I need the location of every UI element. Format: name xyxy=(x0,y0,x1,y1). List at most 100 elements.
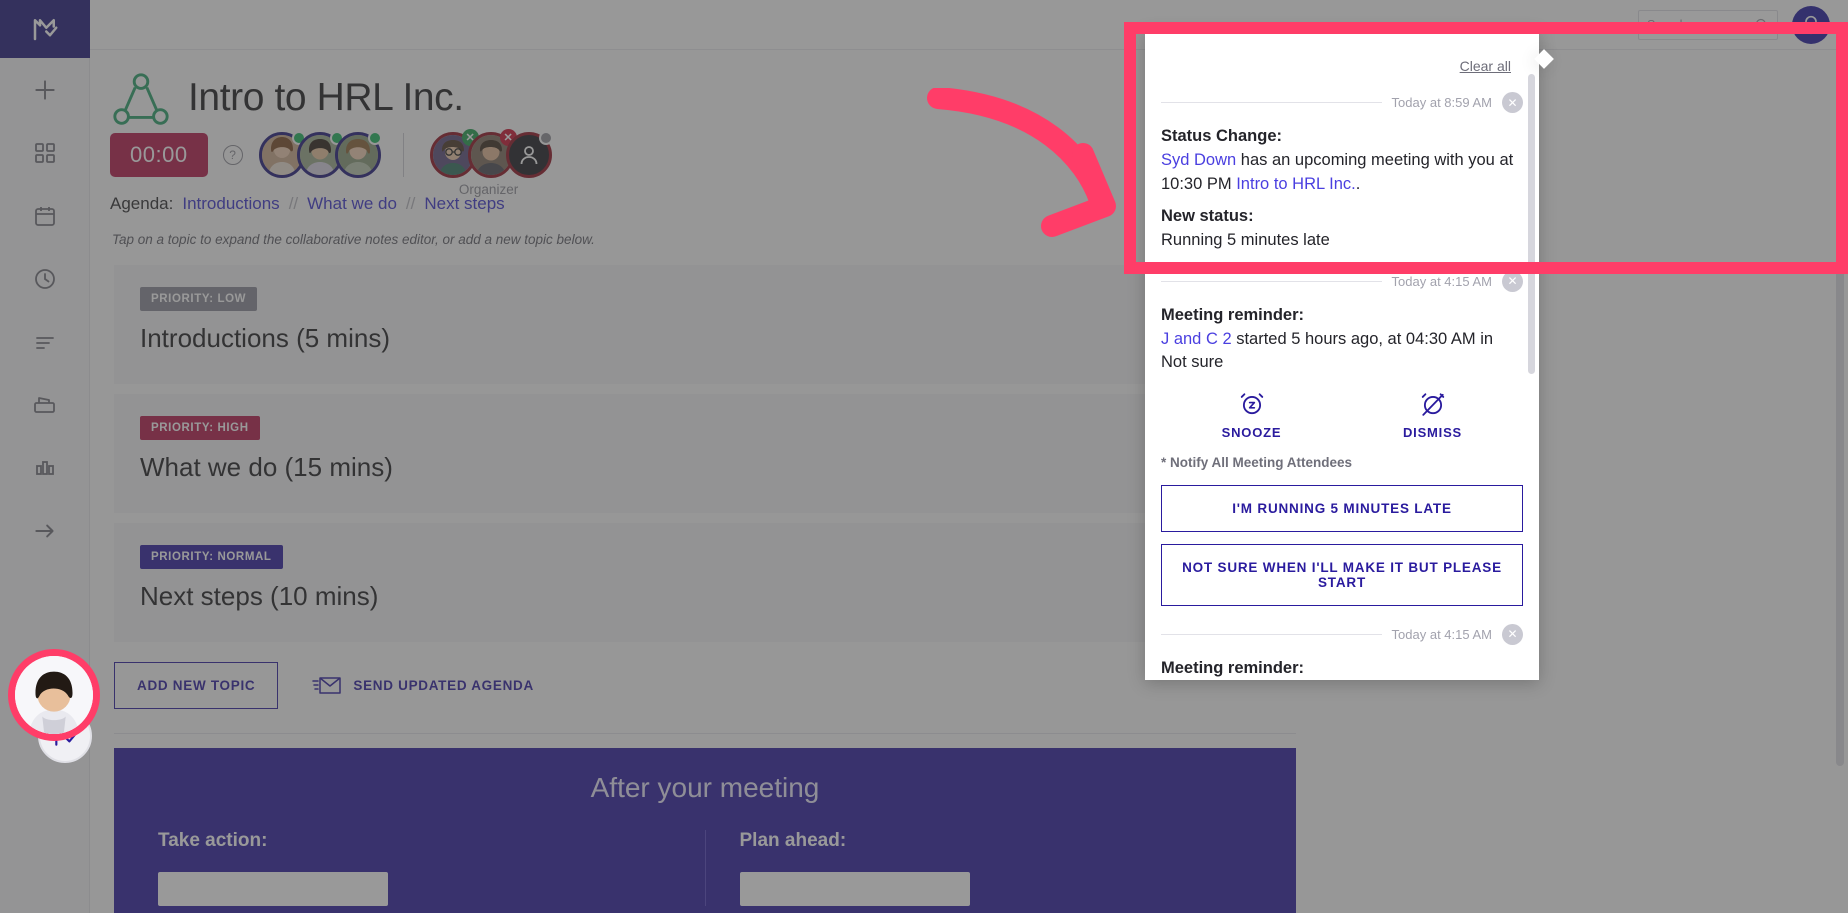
topic-title: Next steps (10 mins) xyxy=(140,581,379,611)
search-placeholder: Search xyxy=(1647,17,1687,32)
rail-item-archive[interactable] xyxy=(0,373,90,436)
agenda-link-1[interactable]: What we do xyxy=(307,194,397,214)
topic-title: What we do (15 mins) xyxy=(140,452,393,482)
rail-item-tasks[interactable] xyxy=(0,310,90,373)
alarm-snooze-icon xyxy=(1240,393,1263,415)
dismiss-label: DISMISS xyxy=(1402,425,1463,441)
agenda-label: Agenda: xyxy=(110,194,174,213)
after-meeting-take-action-column: Take action: xyxy=(124,830,705,906)
rail-item-expand[interactable] xyxy=(0,499,90,562)
agenda-link-0[interactable]: Introductions xyxy=(182,194,279,214)
meeting-page: Intro to HRL Inc. 00:00 ? ✕ ✕ Organizer … xyxy=(90,50,1320,913)
notification-heading: Meeting reminder: xyxy=(1161,658,1305,677)
topic-card-next-steps[interactable]: PRIORITY: NORMAL Next steps (10 mins) + xyxy=(114,523,1296,642)
notification-text-block: Meeting reminder: J and C 2 started 5 ho… xyxy=(1161,304,1523,376)
snooze-label: SNOOZE xyxy=(1221,425,1282,441)
rail-item-reports[interactable] xyxy=(0,436,90,499)
take-action-heading: Take action: xyxy=(158,830,268,851)
page-title: Intro to HRL Inc. xyxy=(188,76,464,119)
search-input[interactable]: Search xyxy=(1638,9,1778,40)
notification-actor-link[interactable]: J and C 2 xyxy=(1161,330,1232,348)
priority-badge: PRIORITY: LOW xyxy=(140,287,258,311)
notification-secondary-heading: New status: xyxy=(1161,206,1254,225)
notification-divider: Today at 8:59 AM ✕ xyxy=(1161,92,1523,113)
avatar-accepted-3[interactable] xyxy=(334,131,382,178)
rail-item-dashboard[interactable] xyxy=(0,121,90,184)
dismiss-button[interactable]: DISMISS xyxy=(1373,391,1493,443)
alarm-off-icon xyxy=(1421,393,1444,417)
rail-item-add[interactable] xyxy=(0,58,90,121)
status-dot-online xyxy=(367,131,382,145)
close-circle-icon[interactable]: ✕ xyxy=(1502,92,1523,113)
topic-actions: ADD NEW TOPIC SEND UPDATED AGENDA xyxy=(114,662,1296,709)
notification-text-block: Status Change: Syd Down has an upcoming … xyxy=(1161,125,1523,197)
organizer-group: ✕ ✕ Organizer xyxy=(426,129,553,197)
agenda-breadcrumb: Agenda: Introductions // What we do // N… xyxy=(102,178,1308,214)
divider-line xyxy=(1161,280,1382,282)
attendee-avatars xyxy=(255,131,382,178)
divider-line xyxy=(1161,633,1382,635)
screenshot-root: Search Intro to HRL Inc. 00:00 ? ✕ ✕ Org… xyxy=(0,0,1848,913)
priority-badge: PRIORITY: HIGH xyxy=(140,416,260,440)
organizer-label: Organizer xyxy=(458,182,519,197)
avatar-divider xyxy=(402,133,404,177)
notification-timestamp: Today at 4:15 AM xyxy=(1391,626,1492,642)
notify-attendees-note: * Notify All Meeting Attendees xyxy=(1161,455,1353,471)
meeting-header: Intro to HRL Inc. xyxy=(102,50,1308,132)
app-logo-icon[interactable] xyxy=(0,0,90,58)
priority-badge: PRIORITY: NORMAL xyxy=(140,545,283,569)
agenda-link-2[interactable]: Next steps xyxy=(424,194,504,214)
notification-item-meeting-reminder-1: Meeting reminder: J and C 2 started 5 ho… xyxy=(1161,304,1523,606)
avatar-pending[interactable] xyxy=(505,131,553,178)
after-meeting-title: After your meeting xyxy=(590,772,820,803)
notification-bell-button[interactable] xyxy=(1792,5,1830,44)
agenda-hint-text: Tap on a topic to expand the collaborati… xyxy=(112,232,595,247)
running-late-button[interactable]: I'M RUNNING 5 MINUTES LATE xyxy=(1161,484,1523,532)
notification-period: . xyxy=(1355,174,1361,193)
notification-scrollbar[interactable] xyxy=(1528,74,1535,374)
user-avatar xyxy=(15,656,93,734)
after-meeting-columns: Take action: Plan ahead: xyxy=(124,830,1286,906)
plan-ahead-input[interactable] xyxy=(739,872,970,906)
notification-meeting-link[interactable]: Intro to HRL Inc. xyxy=(1236,175,1356,193)
meeting-network-icon xyxy=(113,73,169,125)
add-new-topic-button[interactable]: ADD NEW TOPIC xyxy=(114,662,279,709)
send-updated-agenda-label: SEND UPDATED AGENDA xyxy=(353,678,534,693)
meeting-timer[interactable]: 00:00 xyxy=(110,133,208,177)
send-updated-agenda-button[interactable]: SEND UPDATED AGENDA xyxy=(312,675,534,697)
main-scrollbar[interactable] xyxy=(1836,66,1844,766)
floating-user-avatar[interactable] xyxy=(8,649,100,741)
topic-card-introductions[interactable]: PRIORITY: LOW Introductions (5 mins) + xyxy=(114,265,1296,384)
notification-divider: Today at 4:15 AM ✕ xyxy=(1161,623,1523,645)
snooze-button[interactable]: SNOOZE xyxy=(1192,391,1312,443)
notification-actor-link[interactable]: Syd Down xyxy=(1161,151,1236,169)
notification-heading: Meeting reminder: xyxy=(1161,305,1305,324)
topic-card-what-we-do[interactable]: PRIORITY: HIGH What we do (15 mins) + xyxy=(114,394,1296,513)
notification-timestamp: Today at 8:59 AM xyxy=(1391,95,1492,110)
rail-item-calendar[interactable] xyxy=(0,184,90,247)
agenda-separator: // xyxy=(288,194,299,213)
after-meeting-panel: After your meeting Take action: Plan ahe… xyxy=(114,748,1296,913)
close-circle-icon[interactable]: ✕ xyxy=(1502,623,1523,645)
question-mark-icon[interactable]: ? xyxy=(222,145,243,165)
please-start-button[interactable]: NOT SURE WHEN I'LL MAKE IT BUT PLEASE ST… xyxy=(1161,543,1523,606)
notification-divider: Today at 4:15 AM ✕ xyxy=(1161,270,1523,292)
section-divider xyxy=(114,733,1296,734)
person-icon xyxy=(520,146,537,165)
rail-item-history[interactable] xyxy=(0,247,90,310)
take-action-input[interactable] xyxy=(158,872,388,906)
notification-timestamp: Today at 4:15 AM xyxy=(1391,273,1492,289)
agenda-separator: // xyxy=(405,194,416,213)
close-circle-icon[interactable]: ✕ xyxy=(1502,270,1523,292)
notification-item-meeting-reminder-2: Meeting reminder: J and C started 5 hour… xyxy=(1161,657,1523,680)
send-envelope-icon xyxy=(312,676,342,694)
notification-heading: Status Change: xyxy=(1161,127,1283,145)
notification-bell-icon xyxy=(1802,15,1820,34)
notification-item-status-change: Status Change: Syd Down has an upcoming … xyxy=(1161,125,1523,253)
divider-line xyxy=(1161,102,1382,103)
clear-all-button[interactable]: Clear all xyxy=(1161,44,1523,74)
search-icon xyxy=(1755,18,1768,31)
meeting-controls-row: 00:00 ? ✕ ✕ Organizer xyxy=(102,126,1308,197)
notification-text-block: Meeting reminder: J and C started 5 hour… xyxy=(1161,657,1523,680)
app-shell: Search Intro to HRL Inc. 00:00 ? ✕ ✕ Org… xyxy=(0,0,1848,913)
